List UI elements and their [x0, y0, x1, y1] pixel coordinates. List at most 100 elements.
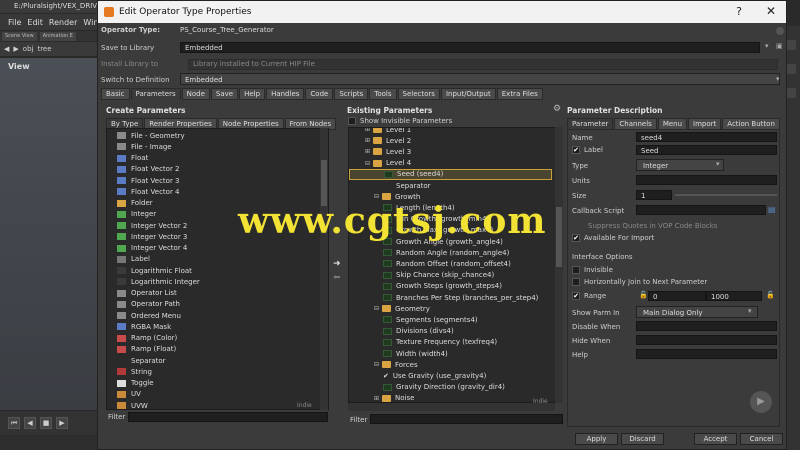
close-icon[interactable]: ✕	[766, 4, 776, 18]
create-param-item[interactable]: Ordered Menu	[117, 310, 328, 321]
existing-param-item[interactable]: Gravity Direction (gravity_dir4)	[349, 382, 552, 393]
stop-icon[interactable]: ■	[40, 417, 52, 429]
existing-params-tree[interactable]: ⊞ Level 1 ⊞ Level 2 ⊞ Level 3 ⊟ Level 4 Seed (se…	[348, 127, 563, 403]
cancel-button[interactable]: Cancel	[740, 433, 783, 445]
gear-icon[interactable]: ⚙	[553, 104, 561, 114]
create-param-item[interactable]: Integer Vector 4	[117, 243, 328, 254]
tab-tools[interactable]: Tools	[369, 88, 397, 100]
bg-tool-icon[interactable]	[786, 40, 796, 50]
help-input[interactable]	[636, 349, 777, 359]
create-param-item[interactable]: UV	[117, 389, 328, 400]
script-editor-icon[interactable]: ▤	[768, 205, 776, 214]
expand-icon[interactable]: ⊞	[365, 137, 371, 144]
existing-param-item[interactable]: ⊞ Level 1	[349, 128, 552, 135]
horizontal-join-checkbox[interactable]	[572, 278, 580, 286]
existing-param-item[interactable]: ✔ Use Gravity (use_gravity4)	[349, 370, 552, 381]
expand-icon[interactable]: ⊞	[365, 128, 371, 133]
callback-input[interactable]	[636, 205, 766, 215]
existing-filter-input[interactable]	[370, 414, 563, 424]
tree-scrollbar[interactable]	[555, 127, 563, 403]
step-back-icon[interactable]: ◀	[24, 417, 36, 429]
collapse-icon[interactable]: ⊟	[365, 160, 371, 167]
play-icon[interactable]: ▶	[56, 417, 68, 429]
units-input[interactable]	[636, 175, 777, 185]
size-slider[interactable]	[675, 194, 777, 196]
existing-param-item[interactable]: ⊟ Level 4	[349, 158, 552, 169]
create-param-item[interactable]: Label	[117, 254, 328, 265]
switch-definition-dropdown[interactable]: Embedded	[180, 73, 780, 85]
tab-input-output[interactable]: Input/Output	[440, 88, 496, 100]
create-param-item[interactable]: Ramp (Color)	[117, 333, 328, 344]
create-param-item[interactable]: Float Vector 2	[117, 164, 328, 175]
tab-node[interactable]: Node	[181, 88, 210, 100]
bg-path-obj[interactable]: obj	[23, 45, 34, 53]
existing-param-item[interactable]: Random Offset (random_offset4)	[349, 258, 552, 269]
bg-menu-file[interactable]: File	[8, 18, 21, 30]
existing-param-item[interactable]: ⊞ Level 3	[349, 146, 552, 157]
existing-param-item[interactable]: Width (width4)	[349, 348, 552, 359]
existing-param-item[interactable]: ⊞ Noise	[349, 393, 552, 402]
bg-tool-icon[interactable]	[786, 64, 796, 74]
create-filter-input[interactable]	[128, 412, 328, 422]
range-checkbox[interactable]: ✔	[572, 292, 580, 300]
forward-arrow-icon[interactable]: ▶	[13, 45, 18, 53]
bg-tab-animation[interactable]: Animation E	[39, 32, 76, 41]
create-param-item[interactable]: Float Vector 3	[117, 175, 328, 186]
file-chooser-icon[interactable]: ▣	[776, 42, 783, 50]
chevron-down-icon[interactable]: ▾	[748, 307, 752, 315]
skip-start-icon[interactable]: ⏮	[8, 417, 20, 429]
range-max-input[interactable]: 1000	[706, 291, 762, 301]
tab-parameters[interactable]: Parameters	[130, 88, 181, 100]
bg-path-tree[interactable]: tree	[37, 45, 51, 53]
size-input[interactable]: 1	[636, 190, 672, 200]
range-min-input[interactable]: 0	[648, 291, 706, 301]
create-param-item[interactable]: Logarithmic Integer	[117, 276, 328, 287]
tab-extra-files[interactable]: Extra Files	[496, 88, 543, 100]
label-checkbox[interactable]: ✔	[572, 146, 580, 154]
invisible-checkbox[interactable]	[572, 266, 580, 274]
available-import-row[interactable]: ✔ Available For Import	[572, 234, 654, 242]
move-right-arrow-icon[interactable]: ➜	[333, 259, 341, 269]
type-dropdown[interactable]: Integer	[636, 159, 724, 171]
accept-button[interactable]: Accept	[694, 433, 737, 445]
save-to-library-field[interactable]: Embedded	[180, 42, 760, 53]
create-param-item[interactable]: Float	[117, 153, 328, 164]
invisible-row[interactable]: Invisible	[572, 266, 613, 274]
bg-tool-icon[interactable]	[786, 88, 796, 98]
existing-param-item[interactable]: ⊞ Level 2	[349, 135, 552, 146]
bg-menu-render[interactable]: Render	[49, 18, 77, 30]
bg-tab-scene-view[interactable]: Scene View	[2, 32, 37, 41]
available-import-checkbox[interactable]: ✔	[572, 234, 580, 242]
existing-param-item[interactable]: ⊟ Forces	[349, 359, 552, 370]
create-param-item[interactable]: RGBA Mask	[117, 321, 328, 332]
create-params-list[interactable]: File - Geometry File - Image Float Float Ve…	[106, 128, 329, 410]
create-param-item[interactable]: Logarithmic Float	[117, 265, 328, 276]
tab-selectors[interactable]: Selectors	[397, 88, 440, 100]
gear-icon[interactable]	[776, 27, 784, 35]
create-param-item[interactable]: Operator List	[117, 288, 328, 299]
tab-help[interactable]: Help	[239, 88, 266, 100]
scroll-thumb[interactable]	[556, 207, 562, 267]
lock-icon[interactable]: 🔓	[766, 291, 775, 299]
range-row[interactable]: ✔ Range	[572, 292, 606, 300]
discard-button[interactable]: Discard	[621, 433, 664, 445]
tab-handles[interactable]: Handles	[266, 88, 305, 100]
create-list-scrollbar[interactable]	[320, 128, 328, 410]
create-param-item[interactable]: File - Geometry	[117, 130, 328, 141]
existing-param-item[interactable]: Divisions (divs4)	[349, 326, 552, 337]
create-param-item[interactable]: Operator Path	[117, 299, 328, 310]
expand-icon[interactable]: ⊞	[374, 395, 380, 402]
chevron-down-icon[interactable]: ▾	[765, 42, 769, 50]
apply-button[interactable]: Apply	[575, 433, 618, 445]
existing-param-item[interactable]: Texture Frequency (texfreq4)	[349, 337, 552, 348]
create-param-item[interactable]: Ramp (Float)	[117, 344, 328, 355]
disable-when-input[interactable]	[636, 321, 777, 331]
chevron-down-icon[interactable]: ▾	[716, 160, 720, 168]
existing-param-item[interactable]: ⊟ Geometry	[349, 303, 552, 314]
existing-param-item[interactable]: Growth Steps (growth_steps4)	[349, 281, 552, 292]
chevron-down-icon[interactable]: ▾	[776, 75, 780, 83]
create-param-item[interactable]: Toggle	[117, 378, 328, 389]
existing-param-item[interactable]: Branches Per Step (branches_per_step4)	[349, 292, 552, 303]
tree-hscrollbar[interactable]	[348, 403, 555, 411]
show-parm-dropdown[interactable]: Main Dialog Only	[636, 306, 758, 318]
